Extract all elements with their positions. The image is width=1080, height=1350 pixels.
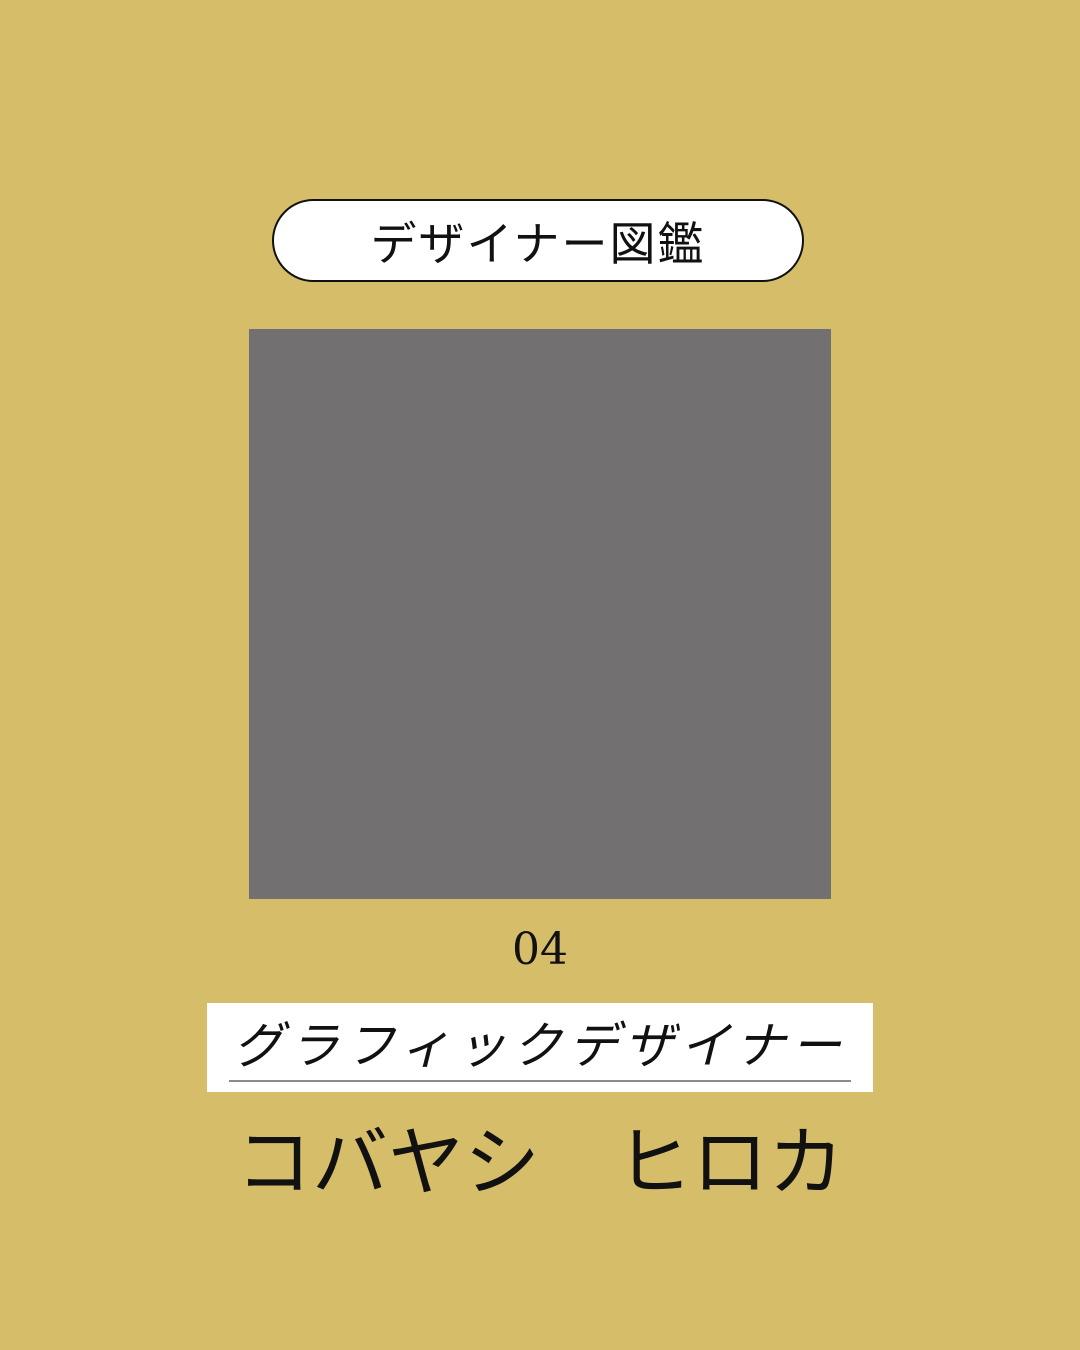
person-name: コバヤシ ヒロカ	[236, 1118, 844, 1207]
role-underline	[229, 1080, 851, 1082]
series-title: デザイナー図鑑	[370, 216, 706, 271]
portrait-photo	[249, 329, 831, 899]
issue-number: 04	[512, 924, 568, 975]
role-title: グラフィックデザイナー	[233, 1017, 847, 1075]
series-title-badge: デザイナー図鑑	[272, 199, 804, 282]
role-label-box: グラフィックデザイナー	[207, 1003, 873, 1092]
